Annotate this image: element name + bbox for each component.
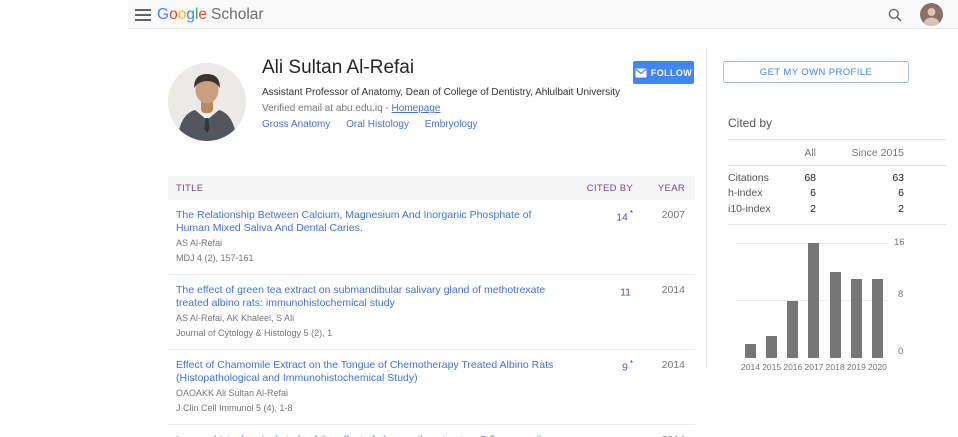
verified-email-text: Verified email at abu.edu.iq - xyxy=(262,103,392,114)
interest-tag[interactable]: Oral Histology xyxy=(346,119,409,130)
logo-letter: G xyxy=(157,6,169,23)
chart-x-tick: 2014 xyxy=(740,362,761,372)
cited-by-title: Cited by xyxy=(728,116,946,130)
stat-row-citations: Citations 68 63 xyxy=(728,170,904,186)
account-avatar[interactable] xyxy=(920,3,943,26)
topbar: GoogleScholar xyxy=(128,0,958,29)
publication-venue: Journal of Cytology & Histology 5 (2), 1 xyxy=(176,328,563,340)
chart-bar-2020 xyxy=(867,243,888,358)
portrait-image xyxy=(168,63,246,141)
y-tick-16: 16 xyxy=(894,237,905,248)
publication-venue: MDJ 4 (2), 157-161 xyxy=(176,253,563,265)
col-all-label: All xyxy=(776,147,816,159)
stat-row-i10-index: i10-index 2 2 xyxy=(728,201,904,217)
cited-by-count[interactable]: 14 xyxy=(616,212,628,224)
chart-bar-2019 xyxy=(846,243,867,358)
chart-bar-2015 xyxy=(761,243,782,358)
y-tick-8: 8 xyxy=(898,289,903,300)
header-year[interactable]: YEAR xyxy=(633,183,685,194)
publication-authors: AS Al-Refai, AK Khaleel, S Ali xyxy=(176,313,563,325)
bar xyxy=(766,336,777,358)
publication-year: 2014 xyxy=(633,284,685,339)
cited-by-count[interactable]: 11 xyxy=(620,287,631,299)
interests-list: Gross Anatomy Oral Histology Embryology xyxy=(262,119,491,130)
header-cited-by[interactable]: CITED BY xyxy=(563,183,633,194)
logo-letter: g xyxy=(186,6,195,23)
chart-x-axis: 2014201520162017201820192020 xyxy=(740,362,888,372)
logo-letter: e xyxy=(198,6,207,23)
stat-all-value: 6 xyxy=(776,187,816,199)
envelope-icon xyxy=(635,68,647,78)
chart-bar-2014 xyxy=(740,243,761,358)
person-icon xyxy=(920,3,943,26)
publication-row: The effect of green tea extract on subma… xyxy=(168,275,695,350)
interest-tag[interactable]: Gross Anatomy xyxy=(262,119,330,130)
chart-x-tick: 2019 xyxy=(846,362,867,372)
bar xyxy=(830,272,841,358)
interest-tag[interactable]: Embryology xyxy=(425,119,478,130)
publication-row: Effect of Chamomile Extract on the Tongu… xyxy=(168,350,695,425)
profile-name: Ali Sultan Al-Refai xyxy=(262,57,414,79)
column-divider xyxy=(706,48,707,368)
publications-table: TITLE CITED BY YEAR The Relationship Bet… xyxy=(168,176,695,437)
header-title: TITLE xyxy=(176,183,563,194)
chart-bars xyxy=(740,243,888,358)
publication-authors: OAOAKK Ali Sultan Al-Refai xyxy=(176,388,563,400)
verified-email-line: Verified email at abu.edu.iq - Homepage xyxy=(262,103,440,114)
chart-plot-area xyxy=(740,243,888,358)
bar xyxy=(872,279,883,358)
stat-label[interactable]: h-index xyxy=(728,187,776,199)
y-tick-0: 0 xyxy=(898,346,903,357)
chart-bar-2018 xyxy=(825,243,846,358)
chart-x-tick: 2017 xyxy=(803,362,824,372)
homepage-link[interactable]: Homepage xyxy=(392,103,441,114)
chart-bar-2017 xyxy=(803,243,824,358)
bar xyxy=(745,344,756,358)
follow-label: FOLLOW xyxy=(651,68,692,78)
stat-since-value: 63 xyxy=(816,172,904,184)
publication-row: The Relationship Between Calcium, Magnes… xyxy=(168,200,695,275)
citations-chart: 2014201520162017201820192020 16 8 0 xyxy=(736,238,916,378)
publication-venue: J Clin Cell Immunol 5 (4), 1-8 xyxy=(176,403,563,415)
cited-by-rows: Citations 68 63 h-index 6 6 i10-index 2 … xyxy=(728,166,946,217)
scholar-profile-page: GoogleScholar Ali Sultan Al-Refai Assist… xyxy=(0,0,958,437)
bar xyxy=(851,279,862,358)
bar xyxy=(808,243,819,358)
profile-photo xyxy=(168,63,246,141)
stat-row-h-index: h-index 6 6 xyxy=(728,186,904,202)
logo-letter: o xyxy=(169,6,178,23)
publication-year: 2007 xyxy=(633,209,685,264)
chart-x-tick: 2016 xyxy=(782,362,803,372)
chart-x-tick: 2020 xyxy=(867,362,888,372)
google-scholar-logo[interactable]: GoogleScholar xyxy=(157,0,264,29)
stat-all-value: 68 xyxy=(776,172,816,184)
stat-since-value: 6 xyxy=(816,187,904,199)
cited-by-header-row: All Since 2015 xyxy=(728,140,904,165)
publication-authors: AS Al-Refai xyxy=(176,238,563,250)
col-since-label: Since 2015 xyxy=(816,147,904,159)
publication-title-link[interactable]: The Relationship Between Calcium, Magnes… xyxy=(176,209,563,235)
get-my-own-profile-button[interactable]: GET MY OWN PROFILE xyxy=(723,61,909,83)
stat-label[interactable]: i10-index xyxy=(728,203,776,215)
chart-bar-2016 xyxy=(782,243,803,358)
follow-button[interactable]: FOLLOW xyxy=(633,61,694,84)
divider xyxy=(728,224,946,225)
publications-table-header: TITLE CITED BY YEAR xyxy=(168,176,695,200)
menu-icon[interactable] xyxy=(135,9,151,21)
search-icon[interactable] xyxy=(888,8,902,22)
stat-all-value: 2 xyxy=(776,203,816,215)
publication-title-link[interactable]: Effect of Chamomile Extract on the Tongu… xyxy=(176,359,563,385)
publication-year: 2014 xyxy=(633,359,685,414)
cited-by-panel: Cited by All Since 2015 Citations 68 63 … xyxy=(728,116,946,225)
bar xyxy=(787,301,798,359)
stat-label[interactable]: Citations xyxy=(728,172,776,184)
chart-x-tick: 2018 xyxy=(825,362,846,372)
cited-by-count[interactable]: 9 xyxy=(622,362,628,374)
stat-since-value: 2 xyxy=(816,203,904,215)
chart-x-tick: 2015 xyxy=(761,362,782,372)
profile-affiliation: Assistant Professor of Anatomy, Dean of … xyxy=(262,87,682,98)
publication-row: Immunohistochemical study of the effect … xyxy=(168,425,695,437)
publication-title-link[interactable]: The effect of green tea extract on subma… xyxy=(176,284,563,310)
logo-product-label: Scholar xyxy=(211,6,264,23)
